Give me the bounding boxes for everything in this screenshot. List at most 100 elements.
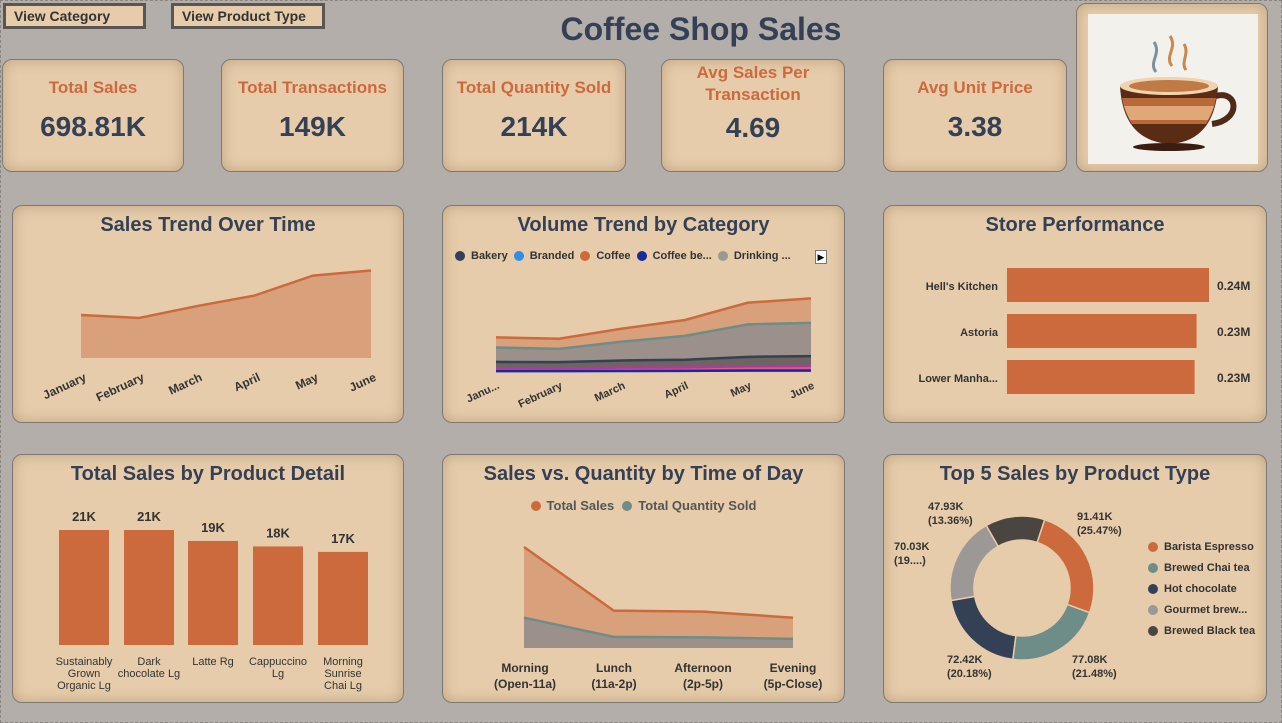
- donut-label: (19....): [894, 555, 926, 567]
- legend-gourmet-brewed: Gourmet brew...: [1148, 604, 1255, 616]
- store-value: 0.23M: [1217, 371, 1250, 385]
- x-tick-label: March: [593, 380, 628, 405]
- top5-legend: Barista Espresso Brewed Chai tea Hot cho…: [1148, 541, 1255, 637]
- kpi-value: 214K: [500, 111, 568, 142]
- dashboard-page: View Category View Product Type Coffee S…: [0, 0, 1282, 723]
- donut-label: 70.03K: [894, 541, 930, 553]
- kpi-value: 3.38: [947, 111, 1003, 142]
- store-label: Lower Manha...: [919, 373, 998, 385]
- kpi-label: Avg Unit Price: [917, 78, 1033, 97]
- product-value: 21K: [137, 509, 161, 524]
- store-performance-chart: Hell's Kitchen 0.24M Astoria 0.23M Lower Man…: [919, 268, 1250, 394]
- product-value: 21K: [72, 509, 96, 524]
- coffee-cup-logo: [1088, 14, 1258, 164]
- kpi-value: 4.69: [725, 112, 781, 143]
- product-label: Dark: [137, 656, 161, 668]
- donut-slice: [950, 595, 1017, 661]
- x-tick-label: February: [517, 379, 566, 410]
- sales-trend-area: [81, 270, 371, 358]
- kpi-label: Total Transactions: [238, 78, 387, 97]
- x-tick-label: (5p-Close): [764, 677, 823, 691]
- store-performance-panel: Store Performance Hell's Kitchen 0.24M Ast…: [883, 205, 1267, 423]
- x-tick-label: Janu...: [465, 380, 502, 406]
- kpi-total-sales: Total Sales 698.81K: [2, 59, 184, 172]
- product-label: Sustainably: [56, 656, 113, 668]
- product-bar: [59, 530, 109, 645]
- x-tick-label: (Open-11a): [494, 677, 556, 691]
- sales-trend-chart: January February March April May June: [41, 269, 379, 405]
- product-label: Latte Rg: [192, 656, 234, 668]
- x-tick-label: June: [788, 380, 816, 402]
- product-bar: [253, 546, 303, 645]
- logo-card: [1076, 3, 1268, 172]
- product-label: Sunrise: [324, 668, 361, 680]
- store-value: 0.24M: [1217, 279, 1250, 293]
- donut-label: (21.48%): [1072, 668, 1117, 680]
- kpi-label: Total Quantity Sold: [456, 78, 612, 97]
- store-bar: [1007, 360, 1195, 394]
- donut-slice: [1011, 603, 1091, 661]
- x-tick-label: March: [166, 370, 204, 398]
- x-tick-label: June: [347, 370, 379, 395]
- kpi-total-quantity: Total Quantity Sold 214K: [442, 59, 626, 172]
- donut-label: 77.08K: [1072, 654, 1108, 666]
- x-tick-label: Afternoon: [674, 661, 731, 675]
- product-label: Chai Lg: [324, 680, 362, 692]
- x-tick-label: Lunch: [596, 661, 632, 675]
- product-label: Grown: [68, 668, 100, 680]
- kpi-label: Avg Sales Per Transaction: [696, 63, 810, 104]
- kpi-avg-unit-price: Avg Unit Price 3.38: [883, 59, 1067, 172]
- donut-label: 47.93K: [928, 501, 964, 513]
- kpi-value: 149K: [279, 111, 346, 142]
- x-tick-label: April: [232, 370, 263, 394]
- store-bar: [1007, 314, 1197, 348]
- product-label: Organic Lg: [57, 680, 111, 692]
- product-bar: [188, 540, 238, 645]
- x-tick-label: (2p-5p): [683, 677, 723, 691]
- x-tick-label: (11a-2p): [591, 677, 636, 691]
- donut-slice: [949, 524, 1000, 602]
- kpi-avg-sales-per-transaction: Avg Sales Per Transaction 4.69: [661, 59, 845, 172]
- volume-line-4: [496, 369, 811, 373]
- product-detail-panel: Total Sales by Product Detail 21K Sustain…: [12, 454, 404, 703]
- product-value: 19K: [201, 520, 225, 535]
- sales-trend-panel: Sales Trend Over Time January February Mar…: [12, 205, 404, 423]
- product-label: Lg: [272, 668, 284, 680]
- x-tick-label: May: [729, 379, 754, 399]
- x-tick-label: January: [41, 370, 89, 402]
- donut-label: 91.41K: [1077, 511, 1113, 523]
- donut-label: (25.47%): [1077, 525, 1122, 537]
- kpi-total-transactions: Total Transactions 149K: [221, 59, 404, 172]
- volume-trend-panel: Volume Trend by Category Bakery Branded …: [442, 205, 845, 423]
- x-tick-label: Morning: [501, 661, 548, 675]
- product-value: 17K: [331, 531, 355, 546]
- donut-label: (20.18%): [947, 668, 992, 680]
- legend-brewed-chai: Brewed Chai tea: [1148, 562, 1255, 574]
- product-detail-chart: 21K SustainablyGrownOrganic Lg 21K Darkchoc…: [56, 509, 368, 692]
- legend-barista-espresso: Barista Espresso: [1148, 541, 1255, 553]
- product-value: 18K: [266, 525, 290, 540]
- volume-trend-chart: Janu... February March April May June: [465, 297, 816, 411]
- donut-slice: [985, 515, 1046, 548]
- donut-label: 72.42K: [947, 654, 983, 666]
- product-label: Morning: [323, 656, 363, 668]
- x-tick-label: Evening: [770, 661, 817, 675]
- view-category-button[interactable]: View Category: [3, 3, 146, 29]
- time-of-day-chart: Morning (Open-11a) Lunch (11a-2p) Afternoon (…: [494, 545, 823, 691]
- donut-label: (13.36%): [928, 515, 973, 527]
- store-value: 0.23M: [1217, 325, 1250, 339]
- legend-hot-chocolate: Hot chocolate: [1148, 583, 1255, 595]
- store-bar: [1007, 268, 1209, 302]
- product-bar: [124, 530, 174, 645]
- x-tick-label: February: [94, 370, 147, 405]
- kpi-value: 698.81K: [40, 111, 146, 142]
- store-label: Astoria: [960, 327, 999, 339]
- product-bar: [318, 551, 368, 645]
- x-tick-label: April: [662, 380, 690, 401]
- kpi-label: Total Sales: [48, 78, 138, 97]
- legend-brewed-black-tea: Brewed Black tea: [1148, 625, 1255, 637]
- view-product-type-button[interactable]: View Product Type: [171, 3, 325, 29]
- store-label: Hell's Kitchen: [926, 281, 999, 293]
- product-label: chocolate Lg: [118, 668, 180, 680]
- top5-product-type-panel: Top 5 Sales by Product Type 91.41K (25.47…: [883, 454, 1267, 703]
